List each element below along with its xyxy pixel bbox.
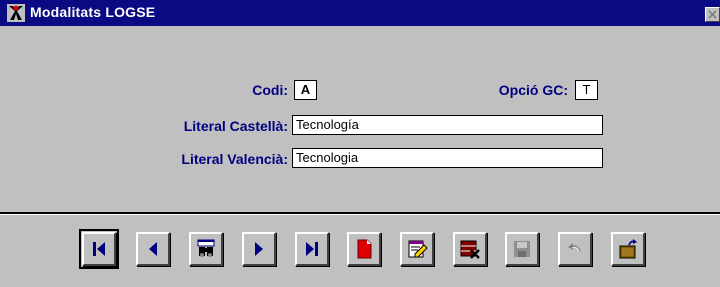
first-record-icon — [93, 242, 105, 256]
delete-record-button[interactable] — [453, 232, 487, 266]
literal-castella-field[interactable]: Tecnología — [292, 115, 603, 135]
close-icon — [708, 10, 717, 19]
window-title: Modalitats LOGSE — [30, 4, 156, 20]
delete-icon — [460, 240, 480, 259]
last-record-icon — [306, 242, 318, 256]
opcio-gc-field[interactable]: T — [575, 80, 598, 100]
close-button[interactable] — [705, 7, 720, 22]
next-record-button[interactable] — [242, 232, 276, 266]
navigation-toolbar — [0, 216, 720, 287]
undo-button[interactable] — [558, 232, 592, 266]
record-form: Codi: A Opció GC: T Literal Castellà: Te… — [0, 26, 720, 212]
last-record-button[interactable] — [295, 232, 329, 266]
undo-icon — [568, 243, 581, 253]
form-divider — [0, 212, 720, 215]
codi-label: Codi: — [252, 82, 288, 98]
first-record-button[interactable] — [79, 229, 119, 269]
search-button[interactable] — [189, 232, 223, 266]
title-bar[interactable]: Modalitats LOGSE — [0, 0, 720, 26]
save-button[interactable] — [505, 232, 539, 266]
exit-button[interactable] — [611, 232, 645, 266]
app-icon[interactable] — [6, 3, 26, 23]
search-binoculars-icon — [197, 239, 215, 257]
literal-castella-label: Literal Castellà: — [183, 118, 288, 134]
literal-valencia-label: Literal Valencià: — [181, 151, 288, 167]
opcio-gc-label: Opció GC: — [498, 82, 568, 98]
next-icon — [255, 242, 263, 256]
edit-icon — [408, 240, 428, 258]
codi-field[interactable]: A — [294, 80, 317, 100]
previous-record-button[interactable] — [136, 232, 170, 266]
save-icon — [514, 241, 530, 257]
previous-icon — [149, 242, 157, 256]
exit-door-icon — [619, 239, 637, 259]
edit-record-button[interactable] — [400, 232, 434, 266]
literal-valencia-field[interactable]: Tecnologia — [292, 148, 603, 168]
new-document-icon — [357, 239, 372, 259]
new-record-button[interactable] — [347, 232, 381, 266]
